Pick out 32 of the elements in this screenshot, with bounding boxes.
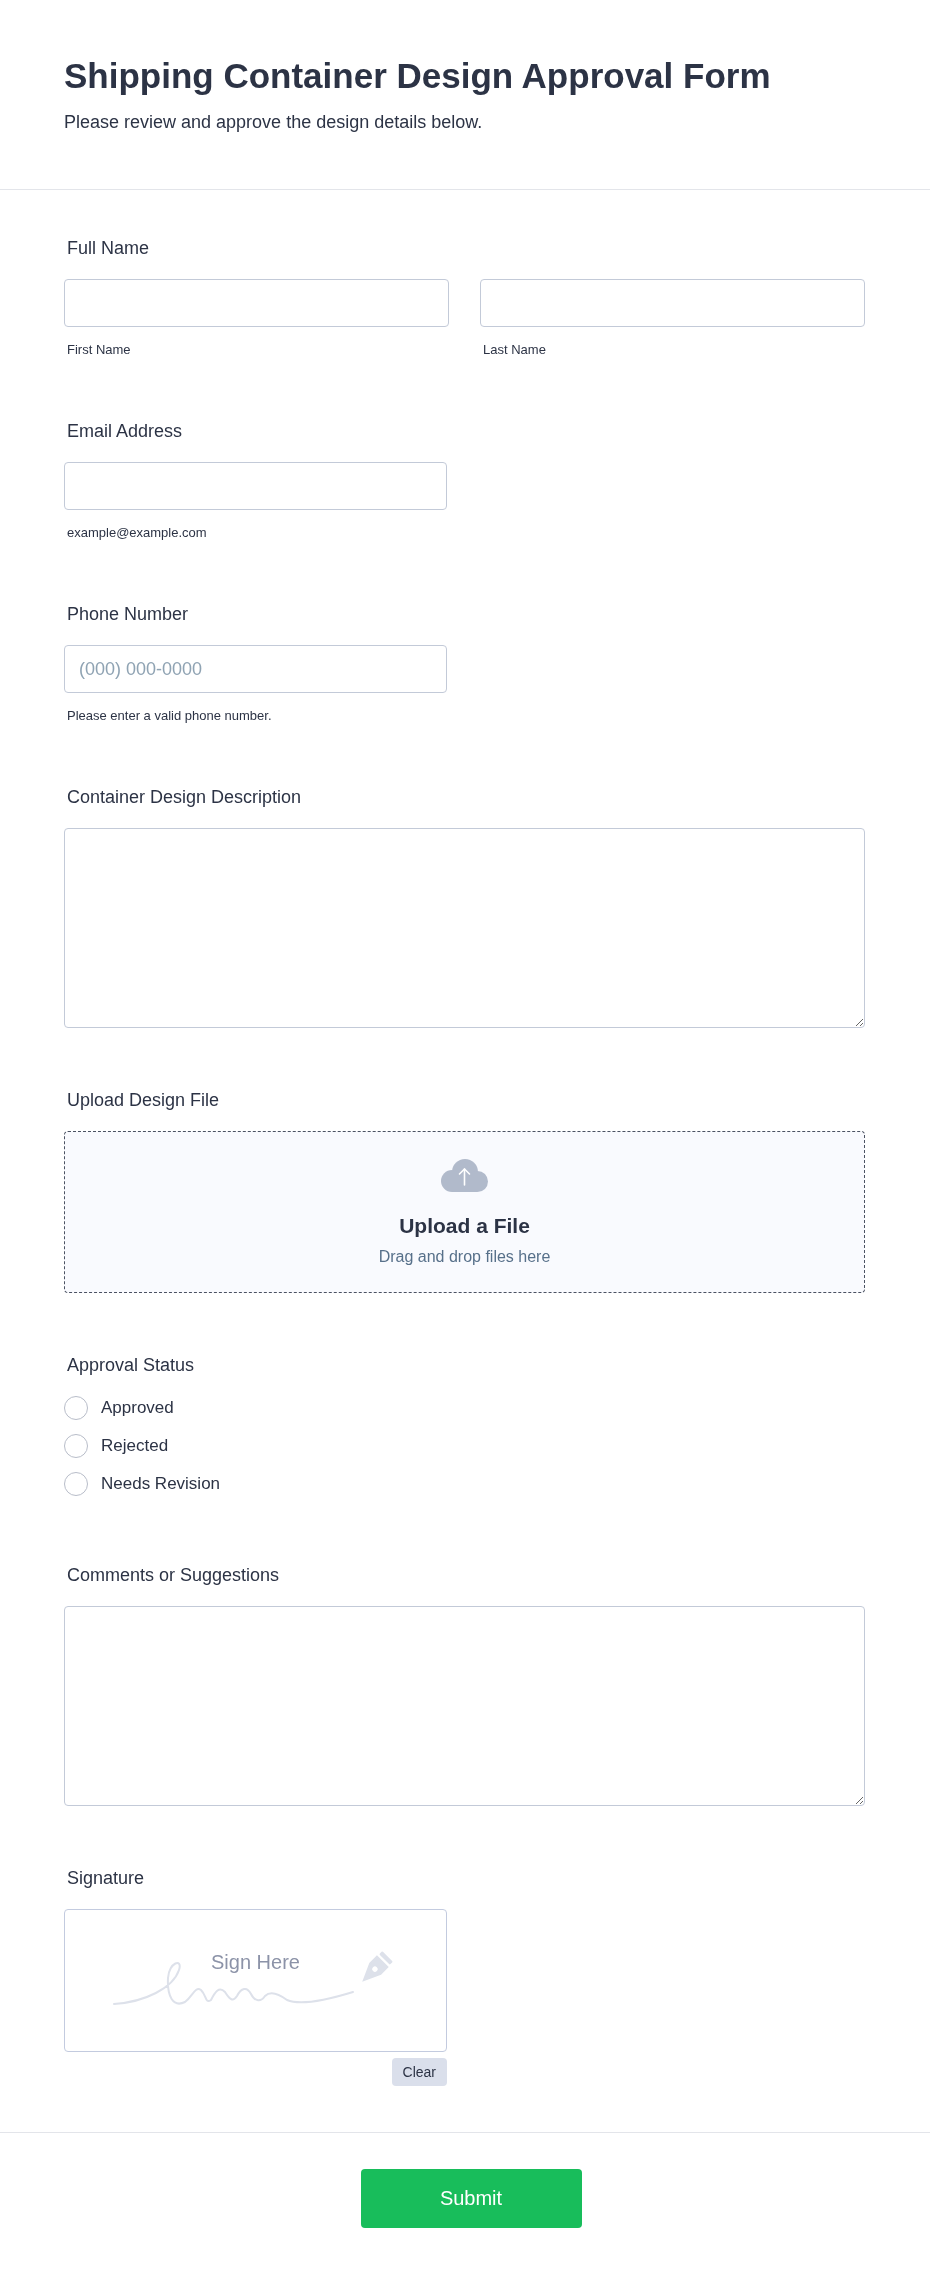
field-sublabel: Last Name <box>483 341 546 359</box>
field-hint: example@example.com <box>67 524 207 542</box>
clear-button[interactable]: Clear <box>391 2058 447 2086</box>
signature-placeholder: Sign Here <box>211 1950 300 1974</box>
text-area[interactable] <box>64 1606 865 1806</box>
field-label: Comments or Suggestions <box>67 1564 280 1586</box>
field-label: Upload Design File <box>67 1089 220 1111</box>
field-label: Email Address <box>67 420 183 442</box>
radio-button[interactable] <box>64 1396 88 1420</box>
radio-button[interactable] <box>64 1434 88 1458</box>
field-hint: Please enter a valid phone number. <box>67 707 272 725</box>
input-field[interactable] <box>64 462 447 510</box>
file-dropzone[interactable]: Upload a File Drag and drop files here <box>64 1131 865 1293</box>
radio-button[interactable] <box>64 1472 88 1496</box>
text-area[interactable] <box>64 828 865 1028</box>
cloud-upload-icon <box>441 1159 488 1192</box>
radio-label: Rejected <box>101 1435 169 1457</box>
field-sublabel: First Name <box>67 341 131 359</box>
field-label: Container Design Description <box>67 786 302 808</box>
input-field[interactable] <box>480 279 865 327</box>
form-title: Shipping Container Design Approval Form <box>64 55 771 97</box>
field-label: Signature <box>67 1867 145 1889</box>
input-field[interactable] <box>64 279 449 327</box>
field-label: Approval Status <box>67 1354 195 1376</box>
radio-label: Approved <box>101 1397 174 1419</box>
upload-title: Upload a File <box>399 1213 530 1239</box>
field-label: Phone Number <box>67 603 189 625</box>
upload-hint: Drag and drop files here <box>378 1247 551 1267</box>
radio-label: Needs Revision <box>101 1473 221 1495</box>
field-label: Full Name <box>67 237 150 259</box>
input-field[interactable]: (000) 000-0000 <box>64 645 447 693</box>
form-subtitle: Please review and approve the design details below. <box>64 111 483 134</box>
